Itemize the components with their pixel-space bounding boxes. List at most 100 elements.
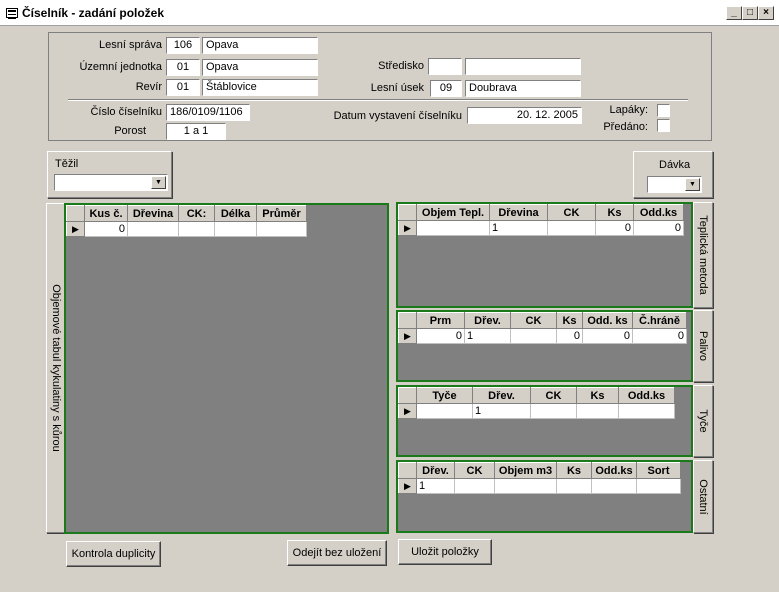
- row-pointer-icon[interactable]: ▶: [398, 220, 417, 236]
- column-header[interactable]: Ks: [595, 204, 634, 221]
- lesni-usek-name-field[interactable]: Doubrava: [465, 80, 581, 97]
- grid-cell[interactable]: [127, 221, 179, 237]
- column-header[interactable]: Objem m3: [494, 462, 557, 479]
- column-header[interactable]: Č.hráně: [632, 312, 687, 329]
- chevron-down-icon[interactable]: ▼: [685, 178, 700, 191]
- row-selector-header[interactable]: [66, 205, 85, 222]
- grid-cell[interactable]: [618, 403, 675, 419]
- grid-cell[interactable]: 1: [464, 328, 511, 344]
- grid-cell[interactable]: [416, 220, 490, 236]
- table-row[interactable]: ▶ 1: [398, 478, 681, 494]
- uzemni-jednotka-name-field[interactable]: Opava: [202, 59, 318, 76]
- row-selector-header[interactable]: [398, 387, 417, 404]
- column-header[interactable]: Dřev.: [472, 387, 531, 404]
- lesni-usek-code-field[interactable]: 09: [430, 80, 462, 97]
- grid-cell[interactable]: [530, 403, 577, 419]
- row-selector-header[interactable]: [398, 462, 417, 479]
- column-header[interactable]: Objem Tepl.: [416, 204, 490, 221]
- porost-field[interactable]: 1 a 1: [166, 123, 226, 140]
- column-header[interactable]: Tyče: [416, 387, 473, 404]
- grid-cell[interactable]: [214, 221, 257, 237]
- grid-cell[interactable]: 1: [489, 220, 548, 236]
- uzemni-jednotka-code-field[interactable]: 01: [166, 59, 200, 76]
- grid-cell[interactable]: 0: [582, 328, 633, 344]
- revir-code-field[interactable]: 01: [166, 79, 200, 96]
- objemove-tabulky-tab[interactable]: Objemové tabul kykulatiny s kůrou: [46, 203, 65, 533]
- grid-cell[interactable]: [416, 403, 473, 419]
- tezil-combo[interactable]: ▼: [54, 174, 168, 191]
- grid-cell[interactable]: 0: [84, 221, 128, 237]
- table-row[interactable]: ▶ 0: [66, 221, 307, 237]
- revir-name-field[interactable]: Štáblovice: [202, 79, 318, 96]
- column-header[interactable]: CK: [454, 462, 495, 479]
- column-header[interactable]: CK: [530, 387, 577, 404]
- row-pointer-icon[interactable]: ▶: [398, 403, 417, 419]
- lapaky-label: Lapáky:: [609, 104, 648, 116]
- row-selector-header[interactable]: [398, 312, 417, 329]
- row-pointer-icon[interactable]: ▶: [398, 478, 417, 494]
- column-header[interactable]: Dřev.: [416, 462, 455, 479]
- column-header[interactable]: Délka: [214, 205, 257, 222]
- ostatni-tab[interactable]: Ostatní: [693, 460, 713, 533]
- close-button[interactable]: ×: [758, 6, 774, 20]
- predano-checkbox[interactable]: [657, 119, 670, 132]
- grid-cell[interactable]: 1: [472, 403, 531, 419]
- chevron-down-icon[interactable]: ▼: [151, 176, 166, 189]
- grid-cell[interactable]: 1: [416, 478, 455, 494]
- grid-cell[interactable]: [454, 478, 495, 494]
- column-header[interactable]: Odd.ks: [618, 387, 675, 404]
- column-header[interactable]: Odd.ks: [591, 462, 637, 479]
- lapaky-checkbox[interactable]: [657, 104, 670, 117]
- column-header[interactable]: Průměr: [256, 205, 307, 222]
- grid-cell[interactable]: [556, 478, 592, 494]
- row-pointer-icon[interactable]: ▶: [398, 328, 417, 344]
- minimize-button[interactable]: _: [726, 6, 742, 20]
- table-row[interactable]: ▶ 1: [398, 403, 675, 419]
- row-selector-header[interactable]: [398, 204, 417, 221]
- column-header[interactable]: CK: [510, 312, 557, 329]
- grid-cell[interactable]: 0: [416, 328, 465, 344]
- table-row[interactable]: ▶ 0 1 0 0 0: [398, 328, 687, 344]
- davka-combo[interactable]: ▼: [647, 176, 702, 193]
- tyce-tab[interactable]: Tyče: [693, 385, 713, 457]
- grid-cell[interactable]: [591, 478, 637, 494]
- grid-cell[interactable]: 0: [632, 328, 687, 344]
- grid-cell[interactable]: [256, 221, 307, 237]
- column-header[interactable]: Dřevina: [127, 205, 179, 222]
- column-header[interactable]: Dřevina: [489, 204, 548, 221]
- table-row[interactable]: ▶ 1 0 0: [398, 220, 684, 236]
- ulozit-polozky-button[interactable]: Uložit položky: [398, 539, 492, 565]
- column-header[interactable]: Kus č.: [84, 205, 128, 222]
- grid-cell[interactable]: [547, 220, 596, 236]
- palivo-tab[interactable]: Palivo: [693, 310, 713, 382]
- grid-cell[interactable]: 0: [556, 328, 583, 344]
- column-header[interactable]: Ks: [576, 387, 619, 404]
- column-header[interactable]: CK: [547, 204, 596, 221]
- column-header[interactable]: Odd. ks: [582, 312, 633, 329]
- grid-cell[interactable]: 0: [595, 220, 634, 236]
- datum-field[interactable]: 20. 12. 2005: [467, 107, 582, 124]
- cislo-ciselniku-field[interactable]: 186/0109/1106: [166, 104, 250, 121]
- column-header[interactable]: Ks: [556, 462, 592, 479]
- lesni-sprava-code-field[interactable]: 106: [166, 37, 200, 54]
- maximize-button[interactable]: □: [742, 6, 758, 20]
- column-header[interactable]: CK:: [178, 205, 215, 222]
- grid-cell[interactable]: [636, 478, 681, 494]
- teplicka-tab[interactable]: Teplická metoda: [693, 202, 713, 308]
- grid-cell[interactable]: 0: [633, 220, 684, 236]
- column-header[interactable]: Dřev.: [464, 312, 511, 329]
- kontrola-duplicity-button[interactable]: Kontrola duplicity: [66, 541, 161, 567]
- lesni-sprava-name-field[interactable]: Opava: [202, 37, 318, 54]
- odejit-bez-ulozeni-button[interactable]: Odejít bez uložení: [287, 540, 387, 566]
- column-header[interactable]: Odd.ks: [633, 204, 684, 221]
- stredisko-name-field[interactable]: [465, 58, 581, 75]
- grid-cell[interactable]: [178, 221, 215, 237]
- grid-cell[interactable]: [510, 328, 557, 344]
- column-header[interactable]: Prm: [416, 312, 465, 329]
- stredisko-code-field[interactable]: [428, 58, 462, 75]
- row-pointer-icon[interactable]: ▶: [66, 221, 85, 237]
- column-header[interactable]: Sort: [636, 462, 681, 479]
- grid-cell[interactable]: [494, 478, 557, 494]
- column-header[interactable]: Ks: [556, 312, 583, 329]
- grid-cell[interactable]: [576, 403, 619, 419]
